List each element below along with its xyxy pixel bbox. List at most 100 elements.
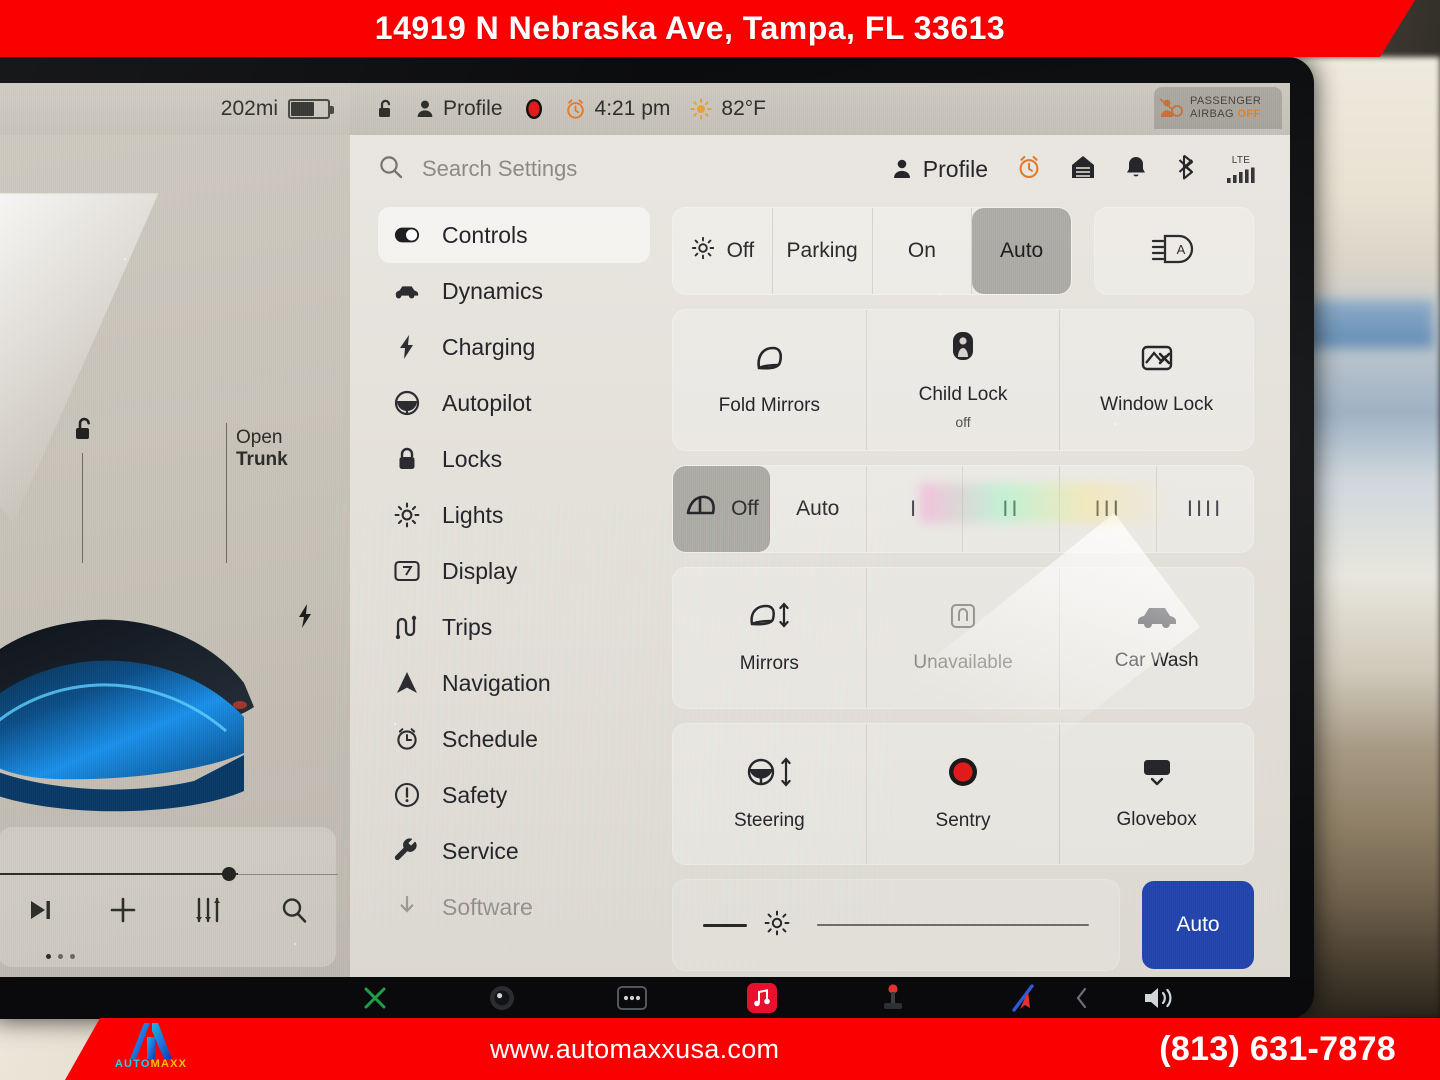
sidebar-item-schedule[interactable]: Schedule [378, 711, 650, 767]
screenshot-root: 202mi Profile 4:21 pm 82°F PASSENGER AIR… [0, 0, 1440, 1080]
brightness-auto-button[interactable]: Auto [1142, 881, 1254, 969]
sidebar-item-charging[interactable]: Charging [378, 319, 650, 375]
lights-option-parking[interactable]: Parking [773, 208, 873, 294]
sidebar-item-autopilot[interactable]: Autopilot [378, 375, 650, 431]
airbag-icon [1159, 98, 1183, 117]
bluetooth-x-icon[interactable] [362, 985, 388, 1011]
brightness-row: Auto [672, 879, 1254, 971]
tile-label: Unavailable [913, 652, 1013, 673]
sidebar-item-locks[interactable]: Locks [378, 431, 650, 487]
lights-option-auto[interactable]: Auto [972, 208, 1071, 294]
auto-highbeam-button[interactable]: A [1094, 207, 1254, 295]
signal-icon[interactable]: LTE [1226, 155, 1256, 183]
joystick-icon[interactable] [878, 983, 908, 1013]
brightness-track[interactable] [817, 924, 1089, 926]
open-trunk-button[interactable]: Open Trunk [236, 427, 288, 472]
sun-icon [394, 502, 420, 528]
dealer-website[interactable]: www.automaxxusa.com [490, 1034, 779, 1065]
search-icon[interactable] [279, 895, 309, 925]
wiper-option-auto[interactable]: Auto [770, 466, 867, 552]
music-icon[interactable] [747, 983, 778, 1013]
status-bar-left: 202mi [0, 83, 350, 135]
alarm-clock-icon[interactable] [1016, 154, 1042, 185]
sidebar-label: Controls [442, 221, 528, 248]
toggle-icon [394, 226, 420, 244]
sidebar-item-navigation[interactable]: Navigation [378, 655, 650, 711]
mirrors-adjust-tile[interactable]: Mirrors [673, 568, 867, 708]
window-lock-tile[interactable]: Window Lock [1060, 310, 1253, 450]
sidebar-item-controls[interactable]: Controls [378, 207, 650, 263]
sidebar-item-software[interactable]: Software [378, 879, 650, 935]
vehicle-render[interactable] [0, 545, 294, 845]
more-icon[interactable] [616, 986, 647, 1010]
steering-adjust-tile[interactable]: Steering [673, 724, 867, 864]
unlock-icon[interactable] [72, 415, 98, 448]
brightness-auto-label: Auto [1176, 913, 1220, 936]
fold-mirrors-tile[interactable]: Fold Mirrors [673, 310, 867, 450]
glovebox-tile[interactable]: Glovebox [1060, 724, 1253, 864]
search-settings-field[interactable]: Search Settings [378, 154, 892, 185]
charge-bolt-icon[interactable] [296, 603, 314, 634]
wiper-option-label: II [1002, 496, 1021, 521]
camera-icon[interactable] [488, 984, 516, 1012]
mirror-lock-tiles: Fold Mirrors Child Lock off Window Lock [672, 309, 1254, 451]
equalizer-icon[interactable] [192, 896, 224, 924]
sidebar-item-trips[interactable]: Trips [378, 599, 650, 655]
dealer-phone[interactable]: (813) 631-7878 [1159, 1030, 1396, 1069]
alarm-clock-icon[interactable]: 4:21 pm [565, 97, 670, 121]
sidebar-item-dynamics[interactable]: Dynamics [378, 263, 650, 319]
sidebar-item-service[interactable]: Service [378, 823, 650, 879]
sidebar-label: Schedule [442, 725, 538, 752]
media-player-bar[interactable] [0, 827, 338, 967]
sidebar-item-safety[interactable]: Safety [378, 767, 650, 823]
download-icon [394, 895, 420, 919]
tile-label: Steering [733, 810, 805, 831]
plus-icon[interactable] [109, 896, 137, 924]
bell-icon[interactable] [1124, 154, 1148, 185]
sentry-tile[interactable]: Sentry [867, 724, 1061, 864]
lights-option-off[interactable]: Off [673, 208, 773, 294]
temperature-control[interactable]: 82°F [690, 97, 766, 121]
wiper-option-speed-3[interactable]: III [1060, 466, 1158, 552]
garage-icon[interactable] [1070, 154, 1096, 185]
media-progress-track[interactable] [238, 874, 338, 875]
lights-option-on[interactable]: On [873, 208, 973, 294]
taskbar-right-icons [1074, 985, 1176, 1011]
glovebox-icon [1139, 756, 1175, 795]
status-profile[interactable]: Profile [416, 97, 503, 121]
connection-type: LTE [1231, 155, 1251, 166]
wiper-option-off[interactable]: Off [673, 466, 770, 552]
sidebar-label: Trips [442, 613, 493, 640]
search-placeholder: Search Settings [422, 156, 578, 181]
status-bar: 202mi Profile 4:21 pm 82°F PASSENGER AIR… [0, 83, 1290, 135]
lights-segmented-control: Off Parking On Auto [672, 207, 1072, 295]
sidebar-label: Dynamics [442, 277, 543, 304]
car-wash-icon [1135, 603, 1179, 636]
unlock-icon[interactable] [376, 98, 396, 120]
back-chevron-icon[interactable] [1074, 986, 1090, 1010]
child-lock-tile[interactable]: Child Lock off [867, 310, 1061, 450]
car-wash-tile[interactable]: Car Wash [1060, 568, 1253, 708]
media-progress-knob[interactable] [222, 867, 236, 881]
volume-icon[interactable] [1142, 985, 1176, 1011]
tile-label: Child Lock [918, 383, 1008, 405]
status-bar-right: Profile 4:21 pm 82°F [350, 97, 1290, 121]
brightness-slider[interactable] [672, 879, 1120, 971]
bluetooth-icon[interactable] [1176, 153, 1198, 186]
svg-text:A: A [1177, 242, 1186, 257]
sentry-record-icon[interactable] [523, 97, 545, 121]
sidebar-item-display[interactable]: Display [378, 543, 650, 599]
wiper-option-label: IIII [1186, 496, 1224, 521]
sidebar-item-lights[interactable]: Lights [378, 487, 650, 543]
sidebar-label: Charging [442, 333, 536, 360]
header-profile-button[interactable]: Profile [892, 156, 988, 183]
temperature-value: 82°F [721, 97, 767, 120]
wiper-option-speed-2[interactable]: II [963, 466, 1061, 552]
wiper-option-speed-4[interactable]: IIII [1157, 466, 1253, 552]
skip-next-icon[interactable] [26, 897, 54, 923]
navigation-icon[interactable] [1008, 983, 1038, 1013]
window-lock-icon [1140, 343, 1174, 380]
wiper-option-speed-1[interactable]: I [867, 466, 964, 552]
logo-mark-icon [130, 1023, 172, 1059]
sidebar-label: Navigation [442, 669, 551, 696]
